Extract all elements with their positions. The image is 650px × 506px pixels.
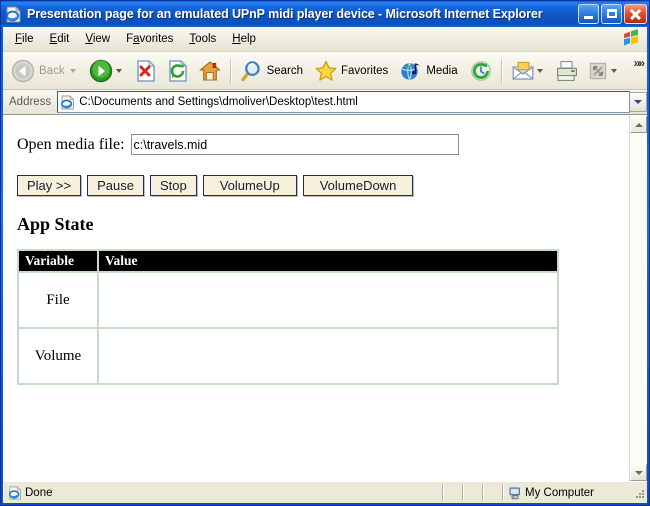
mail-icon (511, 59, 535, 83)
chevron-down-icon (634, 100, 642, 104)
player-controls: Play >> Pause Stop VolumeUp VolumeDown (17, 175, 615, 196)
search-button[interactable]: Search (236, 55, 310, 87)
home-icon (198, 59, 222, 83)
document-viewport: Open media file: Play >> Pause Stop Volu… (3, 115, 647, 481)
print-button[interactable] (551, 55, 583, 87)
toolbar-separator-2 (500, 58, 503, 83)
menu-item-view[interactable]: View (77, 30, 118, 48)
close-button[interactable] (624, 4, 647, 24)
play-button[interactable]: Play >> (17, 175, 82, 196)
refresh-button[interactable] (162, 55, 194, 87)
security-zone-pane: My Computer (503, 484, 633, 501)
print-icon (555, 59, 579, 83)
window-client-area: File Edit View Favorites Tools Help Back… (3, 27, 647, 503)
edit-page-icon (587, 60, 609, 82)
minimize-button[interactable] (578, 4, 599, 24)
stop-button[interactable]: Stop (149, 175, 197, 196)
star-icon (314, 59, 338, 83)
pause-button[interactable]: Pause (87, 175, 144, 196)
status-pane-1 (443, 484, 463, 501)
media-button[interactable]: Media (395, 55, 464, 87)
address-value: C:\Documents and Settings\dmoliver\Deskt… (79, 96, 358, 108)
forward-button[interactable] (84, 55, 130, 87)
scrollbar-track[interactable] (630, 133, 647, 464)
media-button-label: Media (426, 64, 458, 77)
app-state-heading: App State (17, 214, 94, 234)
mail-dropdown-arrow-icon[interactable] (536, 68, 543, 73)
volume-down-button[interactable]: VolumeDown (302, 175, 414, 196)
edit-page-button[interactable] (583, 55, 625, 87)
media-file-input[interactable] (130, 134, 459, 155)
address-label: Address (9, 96, 52, 108)
refresh-icon (166, 59, 190, 83)
media-file-row: Open media file: (17, 134, 615, 155)
menu-item-help[interactable]: Help (224, 30, 264, 48)
table-row: File (17, 271, 559, 329)
table-header-row: Variable Value (17, 249, 559, 273)
my-computer-icon (508, 486, 522, 500)
ie-document-icon (60, 94, 75, 110)
favorites-button-label: Favorites (341, 64, 389, 77)
address-dropdown-button[interactable] (630, 92, 647, 112)
forward-dropdown-arrow-icon[interactable] (115, 68, 122, 73)
media-globe-icon (399, 59, 423, 83)
resize-grip[interactable] (633, 484, 647, 501)
back-arrow-icon (10, 58, 36, 84)
menu-item-tools[interactable]: Tools (181, 30, 224, 48)
media-file-label: Open media file: (17, 135, 125, 153)
title-bar: Presentation page for an emulated UPnP m… (1, 1, 649, 27)
back-button-label: Back (39, 64, 65, 77)
web-page-content: Open media file: Play >> Pause Stop Volu… (3, 116, 629, 481)
windows-flag-icon (621, 29, 641, 48)
column-header-variable: Variable (17, 249, 99, 273)
forward-arrow-icon (88, 58, 114, 84)
stop-button[interactable] (130, 55, 162, 87)
volume-up-button[interactable]: VolumeUp (202, 175, 297, 196)
security-zone-text: My Computer (525, 486, 595, 499)
history-button[interactable] (465, 55, 497, 87)
cell-variable-file: File (17, 271, 99, 329)
stop-icon (134, 59, 158, 83)
menu-bar: File Edit View Favorites Tools Help (3, 27, 647, 52)
home-button[interactable] (194, 55, 226, 87)
search-icon (240, 59, 264, 83)
toolbar-separator (229, 58, 232, 83)
history-icon (469, 59, 493, 83)
app-state-table: Variable Value File Volume (17, 249, 559, 385)
address-input[interactable]: C:\Documents and Settings\dmoliver\Deskt… (57, 91, 630, 113)
scroll-down-arrow-icon[interactable] (630, 464, 647, 481)
scroll-up-arrow-icon[interactable] (630, 116, 647, 133)
toolbar-overflow-button[interactable]: »» (634, 56, 645, 70)
back-button[interactable]: Back (6, 55, 84, 87)
status-message-pane: Done (3, 484, 443, 501)
menu-item-favorites[interactable]: Favorites (118, 30, 181, 48)
ie-document-icon (8, 485, 22, 500)
status-pane-3 (483, 484, 503, 501)
cell-value-volume (97, 327, 559, 385)
navigation-toolbar: Back Search Favorites Media »» (3, 52, 647, 90)
column-header-value: Value (97, 249, 559, 273)
edit-dropdown-arrow-icon[interactable] (610, 68, 617, 73)
status-pane-2 (463, 484, 483, 501)
back-dropdown-arrow-icon[interactable] (69, 68, 76, 73)
mail-button[interactable] (507, 55, 551, 87)
cell-variable-volume: Volume (17, 327, 99, 385)
window-controls (578, 4, 647, 24)
status-bar: Done My Computer (3, 481, 647, 503)
ie-window: Presentation page for an emulated UPnP m… (0, 0, 650, 506)
menu-item-file[interactable]: File (7, 30, 42, 48)
vertical-scrollbar[interactable] (629, 116, 647, 481)
search-button-label: Search (266, 64, 304, 77)
status-text: Done (25, 486, 53, 499)
favorites-button[interactable]: Favorites (310, 55, 395, 87)
restore-button[interactable] (601, 4, 622, 24)
window-title: Presentation page for an emulated UPnP m… (27, 7, 543, 21)
ie-page-icon (5, 5, 22, 23)
menu-item-edit[interactable]: Edit (42, 30, 78, 48)
table-row: Volume (17, 327, 559, 385)
cell-value-file (97, 271, 559, 329)
address-bar: Address C:\Documents and Settings\dmoliv… (3, 90, 647, 115)
